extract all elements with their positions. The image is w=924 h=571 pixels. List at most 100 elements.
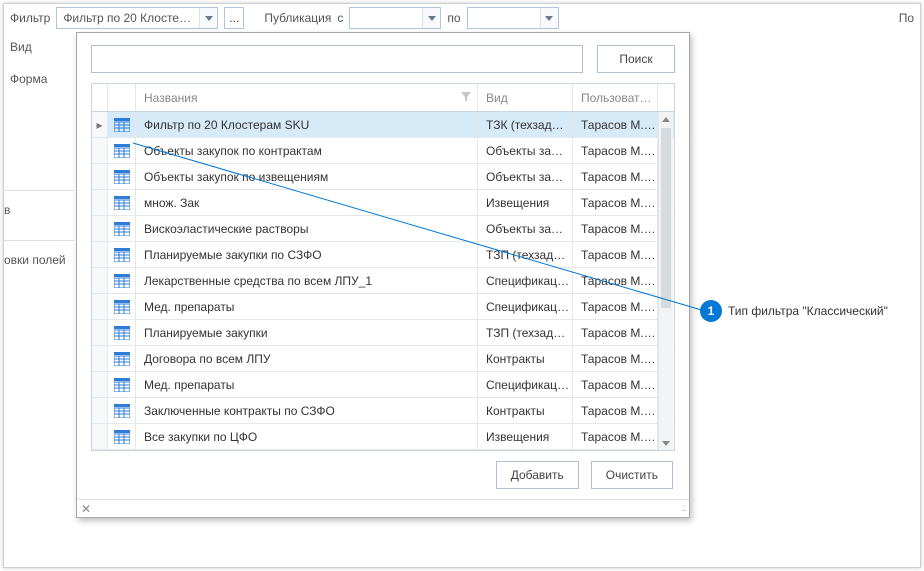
table-row[interactable]: Вискоэластические растворыОбъекты за…Тар… [92, 216, 674, 242]
table-row[interactable]: Объекты закупок по извещениямОбъекты за…… [92, 164, 674, 190]
table-icon [108, 268, 136, 293]
filter-combo[interactable]: Фильтр по 20 Клосте… [56, 7, 218, 29]
table-icon [108, 112, 136, 137]
resize-handle-icon[interactable]: .: [681, 506, 685, 512]
table-row[interactable]: Все закупки по ЦФОИзвещенияТарасов М.… [92, 424, 674, 450]
grid-header-icon [108, 84, 136, 111]
chevron-down-icon [205, 16, 213, 21]
filter-ellipsis-button[interactable]: ... [224, 7, 244, 29]
row-user: Тарасов М.… [573, 294, 658, 319]
row-name: Договора по всем ЛПУ [136, 346, 478, 371]
row-user: Тарасов М.… [573, 164, 658, 189]
row-vid: ТЗП (техзад… [478, 242, 573, 267]
row-user: Тарасов М.… [573, 138, 658, 163]
row-user: Тарасов М.… [573, 424, 658, 449]
grid-header-user[interactable]: Пользоват… [573, 84, 658, 111]
row-vid: Объекты за… [478, 164, 573, 189]
row-vid: Спецификац… [478, 372, 573, 397]
row-vid: Извещения [478, 424, 573, 449]
row-vid: Объекты за… [478, 216, 573, 241]
table-row[interactable]: Заключенные контракты по СЗФОКонтрактыТа… [92, 398, 674, 424]
chevron-down-icon [428, 16, 436, 21]
scroll-thumb[interactable] [661, 128, 671, 308]
search-button[interactable]: Поиск [597, 45, 675, 73]
publication-label: Публикация [264, 11, 331, 25]
to-label: по [447, 11, 460, 25]
table-icon [108, 242, 136, 267]
filter-popup: Поиск Названия Вид Пользоват… ▸Фильтр по… [76, 32, 690, 518]
table-row[interactable]: Объекты закупок по контрактамОбъекты за…… [92, 138, 674, 164]
close-icon[interactable]: ✕ [81, 502, 91, 516]
date-to-dropdown[interactable] [540, 8, 558, 28]
row-name: Мед. препараты [136, 294, 478, 319]
from-label: с [337, 11, 343, 25]
row-name: Объекты закупок по контрактам [136, 138, 478, 163]
clear-button[interactable]: Очистить [591, 461, 673, 489]
table-row[interactable]: Планируемые закупкиТЗП (техзад…Тарасов М… [92, 320, 674, 346]
date-from-dropdown[interactable] [422, 8, 440, 28]
row-indicator [92, 294, 108, 319]
table-row[interactable]: Планируемые закупки по СЗФОТЗП (техзад…Т… [92, 242, 674, 268]
row-name: Заключенные контракты по СЗФО [136, 398, 478, 423]
callout: 1 Тип фильтра "Классический" [700, 300, 888, 322]
row-user: Тарасов М.… [573, 346, 658, 371]
table-row[interactable]: Мед. препаратыСпецификац…Тарасов М.… [92, 372, 674, 398]
table-row[interactable]: Лекарственные средства по всем ЛПУ_1Спец… [92, 268, 674, 294]
sidebar-form: Форма [10, 72, 47, 86]
row-name: Все закупки по ЦФО [136, 424, 478, 449]
table-icon [108, 216, 136, 241]
row-vid: ТЗК (техзад… [478, 112, 573, 137]
filter-icon [461, 92, 471, 102]
row-name: Планируемые закупки по СЗФО [136, 242, 478, 267]
scrollbar[interactable] [658, 112, 673, 450]
filter-label: Фильтр [10, 11, 50, 25]
filter-combo-text: Фильтр по 20 Клосте… [57, 11, 199, 25]
row-name: Лекарственные средства по всем ЛПУ_1 [136, 268, 478, 293]
search-input[interactable] [91, 45, 583, 73]
truncated-po-label: По [899, 11, 914, 25]
callout-text: Тип фильтра "Классический" [728, 304, 888, 318]
table-row[interactable]: Мед. препаратыСпецификац…Тарасов М.… [92, 294, 674, 320]
row-indicator [92, 190, 108, 215]
scroll-up-icon[interactable] [659, 112, 673, 126]
row-user: Тарасов М.… [573, 268, 658, 293]
bg-text-2: овки полей [4, 240, 74, 267]
table-icon [108, 294, 136, 319]
top-toolbar: Фильтр Фильтр по 20 Клосте… ... Публикац… [4, 4, 920, 32]
table-row[interactable]: Договора по всем ЛПУКонтрактыТарасов М.… [92, 346, 674, 372]
row-vid: Спецификац… [478, 268, 573, 293]
row-indicator [92, 424, 108, 449]
grid-header-vid[interactable]: Вид [478, 84, 573, 111]
scroll-down-icon[interactable] [659, 436, 673, 450]
grid-header-name[interactable]: Названия [136, 84, 478, 111]
row-indicator [92, 372, 108, 397]
grid-header: Названия Вид Пользоват… [92, 84, 674, 112]
row-indicator [92, 268, 108, 293]
row-indicator [92, 320, 108, 345]
row-indicator [92, 164, 108, 189]
grid-header-scroll [658, 84, 674, 111]
row-user: Тарасов М.… [573, 112, 658, 137]
row-vid: Контракты [478, 346, 573, 371]
date-to-combo[interactable] [467, 7, 559, 29]
table-icon [108, 346, 136, 371]
row-name: Вискоэластические растворы [136, 216, 478, 241]
table-row[interactable]: ▸Фильтр по 20 Клостерам SKUТЗК (техзад…Т… [92, 112, 674, 138]
filter-grid: Названия Вид Пользоват… ▸Фильтр по 20 Кл… [91, 83, 675, 451]
table-icon [108, 424, 136, 449]
table-row[interactable]: множ. ЗакИзвещенияТарасов М.… [92, 190, 674, 216]
row-user: Тарасов М.… [573, 190, 658, 215]
row-vid: Спецификац… [478, 294, 573, 319]
chevron-down-icon [545, 16, 553, 21]
row-indicator [92, 242, 108, 267]
row-name: Фильтр по 20 Клостерам SKU [136, 112, 478, 137]
row-vid: Контракты [478, 398, 573, 423]
date-from-combo[interactable] [349, 7, 441, 29]
grid-header-selector [92, 84, 108, 111]
filter-combo-dropdown[interactable] [199, 8, 217, 28]
add-button[interactable]: Добавить [496, 461, 579, 489]
row-user: Тарасов М.… [573, 320, 658, 345]
grid-body: ▸Фильтр по 20 Клостерам SKUТЗК (техзад…Т… [92, 112, 674, 450]
row-vid: Извещения [478, 190, 573, 215]
row-vid: ТЗП (техзад… [478, 320, 573, 345]
